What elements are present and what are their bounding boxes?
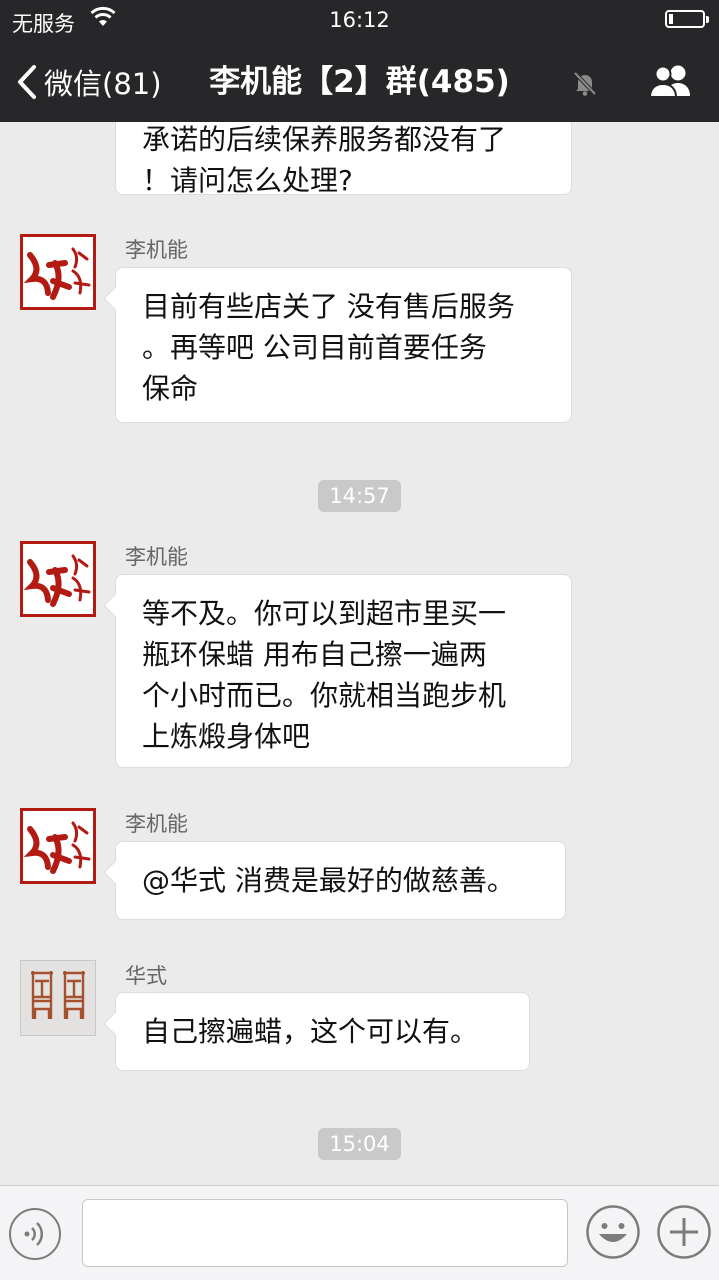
message-text: 个小时而已。你就相当跑步机	[142, 679, 507, 712]
message-text: 瓶环保蜡 用布自己擦一遍两	[142, 638, 487, 671]
message-text: 上炼煅身体吧	[142, 720, 311, 753]
input-bar	[0, 1185, 719, 1280]
message-input[interactable]	[82, 1199, 568, 1267]
message-bubble[interactable]: 自己擦遍蜡，这个可以有。	[115, 992, 530, 1071]
sender-name: 华式	[125, 964, 167, 988]
message-bubble[interactable]: 承诺的后续保养服务都没有了 ！请问怎么处理?	[115, 122, 572, 197]
message-text: ！请问怎么处理?	[142, 164, 353, 197]
sender-name: 李机能	[125, 812, 188, 836]
message-text: @华式 消费是最好的做慈善。	[142, 864, 515, 897]
message-text: 自己擦遍蜡，这个可以有。	[142, 1015, 479, 1048]
top-bar: 无服务 16:12 微信(81) 李机能【2】群(485)	[0, 0, 719, 122]
message-bubble[interactable]: 目前有些店关了 没有售后服务 。再等吧 公司目前首要任务 保命	[115, 267, 572, 423]
battery-icon	[665, 10, 709, 28]
mute-bell-icon	[573, 71, 597, 96]
nav-bar: 微信(81) 李机能【2】群(485)	[0, 40, 719, 122]
plus-icon[interactable]	[656, 1204, 712, 1260]
chat-area[interactable]: 承诺的后续保养服务都没有了 ！请问怎么处理? 李机能 目前有些店关了 没有售后服…	[0, 122, 719, 1185]
status-bar: 无服务 16:12	[0, 0, 719, 40]
message-text: 等不及。你可以到超市里买一	[142, 597, 507, 630]
message-bubble[interactable]: 等不及。你可以到超市里买一 瓶环保蜡 用布自己擦一遍两 个小时而已。你就相当跑步…	[115, 574, 572, 768]
avatar-li-jineng[interactable]	[20, 234, 96, 310]
avatar-hua-shi[interactable]	[20, 960, 96, 1036]
timestamp: 15:04	[0, 1128, 719, 1160]
avatar-li-jineng[interactable]	[20, 808, 96, 884]
message-text: 保命	[142, 372, 199, 405]
timestamp-label: 14:57	[318, 480, 401, 512]
timestamp-label: 15:04	[318, 1128, 401, 1160]
voice-button[interactable]	[9, 1208, 61, 1260]
voice-icon	[24, 1222, 44, 1246]
status-time: 16:12	[329, 8, 390, 32]
group-members-icon[interactable]	[647, 62, 695, 100]
message-text: 。再等吧 公司目前首要任务	[142, 331, 487, 364]
avatar-li-jineng[interactable]	[20, 541, 96, 617]
emoji-icon[interactable]	[585, 1204, 641, 1260]
message-text: 承诺的后续保养服务都没有了	[142, 123, 507, 156]
timestamp: 14:57	[0, 480, 719, 512]
sender-name: 李机能	[125, 238, 188, 262]
message-bubble[interactable]: @华式 消费是最好的做慈善。	[115, 841, 566, 920]
message-text: 目前有些店关了 没有售后服务	[142, 290, 515, 323]
chat-title: 李机能【2】群(485)	[209, 64, 510, 100]
sender-name: 李机能	[125, 545, 188, 569]
